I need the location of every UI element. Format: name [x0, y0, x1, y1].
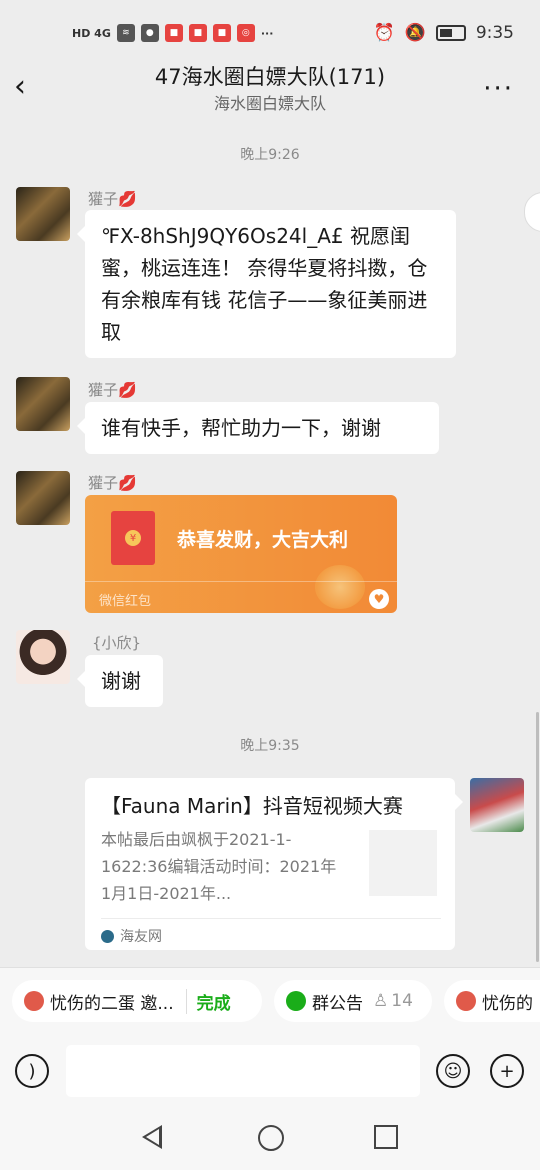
quick-chips-bar: 忧伤的二蛋 邀... 完成 群公告 ♙ 14 忧伤的: [0, 967, 540, 1038]
link-card-title: 【Fauna Marin】抖音短视频大赛: [101, 794, 403, 818]
news-icon: ■: [212, 24, 231, 42]
status-left-icons: HD 4G ≋ ● ■ ■ ■ ◎ ···: [72, 22, 273, 44]
input-bar: ) ☺ +: [0, 1037, 540, 1105]
message-input[interactable]: [66, 1045, 420, 1097]
sender-name: 獾子💋: [88, 381, 137, 399]
red-packet-greeting: 恭喜发财，大吉大利: [177, 529, 349, 551]
battery-icon: [435, 25, 466, 41]
scrollbar[interactable]: [536, 712, 539, 962]
qq-icon: ●: [140, 24, 159, 42]
alarm-icon: ⏰: [373, 23, 395, 43]
red-packet-message[interactable]: ¥ 恭喜发财，大吉大利 微信红包 ♥: [85, 495, 397, 613]
clock: 9:35: [475, 23, 514, 43]
invite-chip-label: 忧伤的二蛋 邀...: [50, 993, 174, 1014]
emoji-icon[interactable]: ☺: [436, 1054, 470, 1088]
heart-badge-icon: ♥: [369, 589, 389, 609]
wifi-icon: ≋: [116, 24, 135, 42]
edge-handle[interactable]: [524, 192, 540, 232]
sender-name: {小欣}: [92, 634, 142, 652]
link-card-thumbnail: [369, 830, 437, 896]
system-nav-bar: [0, 1105, 540, 1170]
avatar[interactable]: [16, 377, 70, 431]
source-logo-icon: [101, 929, 114, 943]
avatar[interactable]: [16, 187, 70, 241]
plus-icon[interactable]: +: [490, 1054, 524, 1088]
app-notification-icon: ■: [164, 24, 183, 42]
chat-subtitle: 海水圈白嫖大队: [213, 94, 326, 113]
voice-icon[interactable]: ): [15, 1054, 49, 1088]
timestamp: 晚上9:26: [240, 147, 300, 163]
timestamp: 晚上9:35: [240, 738, 300, 754]
group-notice-label: 群公告: [312, 993, 363, 1014]
source-name: 海友网: [120, 929, 162, 945]
invite-chip-2-label: 忧伤的: [482, 993, 533, 1014]
target-icon: ◎: [236, 24, 255, 42]
sender-name: 獾子💋: [88, 474, 137, 492]
app-notification-icon-2: ■: [188, 24, 207, 42]
link-card[interactable]: 【Fauna Marin】抖音短视频大赛 本帖最后由飒枫于2021-1-1622…: [85, 778, 463, 950]
invite-chip-2[interactable]: 忧伤的: [444, 980, 540, 1022]
mute-icon: 🔕: [404, 23, 426, 43]
person-icon: ♙: [373, 991, 389, 1011]
status-right-icons: ⏰ 🔕 9:35: [373, 20, 514, 46]
message-bubble[interactable]: 谁有快手，帮忙助力一下，谢谢: [77, 402, 439, 454]
chat-header: ‹ 47海水圈白嫖大队(171) 海水圈白嫖大队 ···: [0, 56, 540, 120]
more-notifications-icon: ···: [260, 26, 274, 40]
chat-title: 47海水圈白嫖大队(171): [154, 65, 386, 89]
message-bubble[interactable]: ℉X-8hShJ9QY6Os24l_A£ 祝愿闺蜜，桃运连连！ 奈得华夏将抖擞，…: [77, 210, 456, 358]
red-envelope-icon: ¥: [111, 511, 155, 565]
coin-icon: ¥: [125, 530, 141, 546]
more-options-icon[interactable]: ···: [483, 74, 514, 104]
notice-viewers: ♙ 14: [373, 991, 413, 1011]
message-bubble[interactable]: 谢谢: [77, 655, 163, 707]
nav-home-icon[interactable]: [258, 1125, 284, 1151]
red-packet-label: 微信红包: [99, 594, 152, 609]
sender-name: 獾子💋: [88, 190, 137, 208]
avatar[interactable]: [16, 471, 70, 525]
link-source: 海友网: [101, 926, 162, 946]
nav-recents-icon[interactable]: [374, 1125, 398, 1149]
my-avatar[interactable]: [470, 778, 524, 832]
divider: [101, 918, 441, 919]
notice-count: 14: [391, 991, 413, 1011]
network-label: HD 4G: [72, 26, 111, 40]
nav-back-icon-inner: [146, 1129, 159, 1145]
complete-button[interactable]: 完成: [185, 988, 231, 1014]
gift-icon: [24, 991, 44, 1011]
gift-icon: [456, 991, 476, 1011]
invite-chip[interactable]: 忧伤的二蛋 邀... 完成: [12, 980, 262, 1022]
red-packet-footer: 微信红包: [85, 581, 397, 613]
avatar[interactable]: [16, 630, 70, 684]
link-card-description: 本帖最后由飒枫于2021-1-1622:36编辑活动时间：2021年1月1日-2…: [101, 830, 337, 903]
notice-icon: [286, 991, 306, 1011]
group-notice-chip[interactable]: 群公告 ♙ 14: [274, 980, 432, 1022]
